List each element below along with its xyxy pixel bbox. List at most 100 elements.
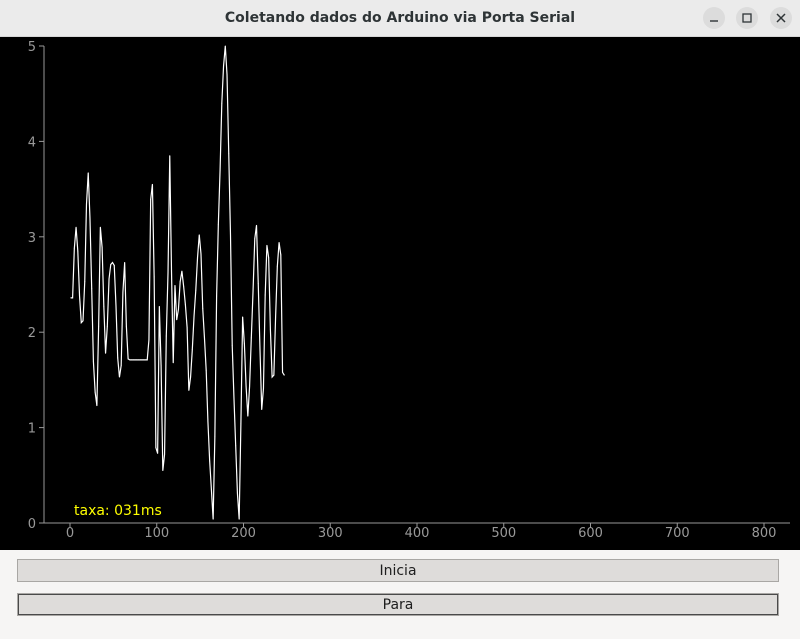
data-point — [214, 435, 216, 437]
data-point — [190, 376, 192, 378]
data-point — [158, 305, 160, 307]
y-tick-label: 5 — [28, 40, 36, 55]
data-point — [73, 247, 75, 249]
data-point — [216, 295, 218, 297]
data-point — [174, 284, 176, 286]
data-point — [247, 415, 249, 417]
data-point — [134, 359, 136, 361]
data-point — [202, 307, 204, 309]
data-point — [165, 335, 167, 337]
y-tick-label: 2 — [28, 326, 36, 341]
data-point — [153, 276, 155, 278]
data-point — [70, 297, 72, 299]
data-point — [188, 389, 190, 391]
data-point — [249, 386, 251, 388]
maximize-button[interactable] — [736, 7, 758, 29]
data-point — [132, 359, 134, 361]
y-tick-label: 0 — [28, 517, 36, 532]
data-point — [240, 423, 242, 425]
rate-label: taxa: 031ms — [74, 503, 162, 519]
data-point — [181, 270, 183, 272]
x-tick-label: 200 — [231, 526, 256, 541]
data-point — [264, 294, 266, 296]
data-point — [256, 224, 258, 226]
data-point — [198, 234, 200, 236]
data-point — [280, 254, 282, 256]
data-point — [138, 359, 140, 361]
data-point — [212, 518, 214, 520]
data-point — [275, 316, 277, 318]
data-point — [151, 183, 153, 185]
data-point — [273, 374, 275, 376]
data-point — [141, 359, 143, 361]
x-tick-label: 600 — [578, 526, 603, 541]
data-point — [89, 217, 91, 219]
data-point — [238, 518, 240, 520]
data-point — [179, 281, 181, 283]
data-point — [124, 262, 126, 264]
data-point — [176, 319, 178, 321]
window-title: Coletando dados do Arduino via Porta Ser… — [224, 10, 576, 26]
data-point — [261, 408, 263, 410]
data-point — [103, 305, 105, 307]
data-point — [167, 271, 169, 273]
data-point — [122, 291, 124, 293]
data-point — [94, 391, 96, 393]
data-point — [92, 361, 94, 363]
data-point — [252, 290, 254, 292]
data-point — [85, 203, 87, 205]
data-point — [235, 445, 237, 447]
close-icon — [776, 13, 786, 23]
data-point — [139, 359, 141, 361]
x-tick-label: 700 — [665, 526, 690, 541]
data-point — [210, 489, 212, 491]
data-point — [262, 387, 264, 389]
data-point — [110, 263, 112, 265]
data-point — [101, 246, 103, 248]
data-point — [271, 376, 273, 378]
data-point — [203, 337, 205, 339]
serial-data-chart: 0 100 200 300 400 500 600 700 800 0 1 2 3 4 5 taxa: 0… — [28, 40, 790, 541]
data-point — [171, 270, 172, 272]
data-point — [269, 328, 271, 330]
data-point — [164, 453, 166, 455]
close-button[interactable] — [770, 7, 792, 29]
data-point — [98, 325, 100, 327]
x-ticks: 0 100 200 300 400 500 600 700 800 — [66, 523, 777, 541]
data-point — [229, 234, 231, 236]
data-series-line — [70, 45, 285, 520]
data-point — [282, 371, 284, 373]
data-point — [283, 374, 285, 376]
data-point — [193, 315, 195, 317]
data-point — [172, 362, 174, 364]
stop-button[interactable]: Para — [17, 593, 779, 616]
data-point — [243, 343, 245, 345]
data-point — [160, 365, 162, 367]
x-tick-label: 800 — [752, 526, 777, 541]
title-bar[interactable]: Coletando dados do Arduino via Porta Ser… — [0, 0, 800, 37]
data-point — [84, 281, 86, 283]
data-point — [209, 460, 211, 462]
data-point — [184, 304, 186, 306]
data-point — [112, 262, 114, 264]
data-point — [221, 102, 223, 104]
data-point — [117, 357, 119, 359]
data-point — [150, 199, 152, 201]
x-tick-label: 300 — [318, 526, 343, 541]
start-button[interactable]: Inicia — [17, 559, 779, 582]
app-window: Coletando dados do Arduino via Porta Ser… — [0, 0, 800, 639]
minimize-button[interactable] — [703, 7, 725, 29]
data-point — [80, 322, 82, 324]
data-point — [146, 359, 148, 361]
data-point — [233, 397, 235, 399]
data-point — [197, 257, 199, 259]
data-point — [186, 326, 188, 328]
y-tick-label: 3 — [28, 231, 36, 246]
data-point — [207, 421, 209, 423]
data-point — [169, 155, 171, 157]
data-point — [113, 264, 115, 266]
data-point — [276, 265, 278, 267]
data-point — [257, 283, 259, 285]
data-point — [144, 359, 146, 361]
data-points — [70, 45, 285, 520]
